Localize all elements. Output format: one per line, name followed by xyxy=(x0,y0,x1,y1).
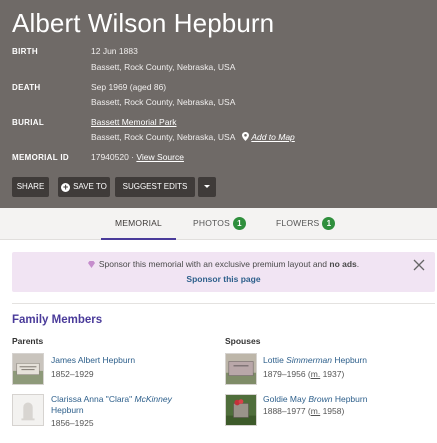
diamond-icon xyxy=(87,261,95,268)
spouse-maiden-lottie: Simmerman xyxy=(286,355,332,365)
spouses-heading: Spouses xyxy=(225,336,261,346)
spouse-last-lottie: Hepburn xyxy=(334,355,367,365)
parent-dates-clarissa: 1856–1925 xyxy=(51,418,94,428)
memorial-id-label: MEMORIAL ID xyxy=(12,153,69,162)
parent-name-clarissa-line1[interactable]: Clarissa Anna "Clara" McKinney xyxy=(51,394,172,404)
married-abbr: m. xyxy=(310,369,321,379)
burial-cemetery-link[interactable]: Bassett Memorial Park xyxy=(91,117,177,127)
view-source-link[interactable]: View Source xyxy=(136,152,184,162)
burial-place-line: Bassett, Rock County, Nebraska, USA Add … xyxy=(91,132,295,142)
spouse-first-goldie: Goldie May xyxy=(263,394,306,404)
plus-icon: + xyxy=(61,182,71,192)
death-label: DEATH xyxy=(12,83,41,92)
spouse-photo-goldie[interactable] xyxy=(225,394,257,426)
sponsor-link[interactable]: Sponsor this page xyxy=(12,274,435,284)
burial-cemetery-line: Bassett Memorial Park xyxy=(91,117,177,127)
parent-name-clarissa-surname[interactable]: Hepburn xyxy=(51,405,84,415)
sponsor-text: Sponsor this memorial with an exclusive … xyxy=(98,259,328,269)
memorial-name: Albert Wilson Hepburn xyxy=(12,8,275,38)
spouse-name-goldie[interactable]: Goldie May Brown Hepburn xyxy=(263,394,367,404)
parent-dates-james: 1852–1929 xyxy=(51,369,94,379)
map-pin-icon xyxy=(242,132,250,141)
add-to-map-link[interactable]: Add to Map xyxy=(251,132,294,142)
birth-place: Bassett, Rock County, Nebraska, USA xyxy=(91,62,236,72)
suggest-edits-button[interactable]: SUGGEST EDITS xyxy=(115,177,195,197)
save-to-label: SAVE TO xyxy=(73,182,107,191)
burial-label: BURIAL xyxy=(12,118,45,127)
tab-flowers[interactable]: FLOWERS 1 xyxy=(276,208,336,240)
death-place: Bassett, Rock County, Nebraska, USA xyxy=(91,97,236,107)
birth-date: 12 Jun 1883 xyxy=(91,46,138,56)
more-actions-button[interactable] xyxy=(198,177,216,197)
flowers-count-badge: 1 xyxy=(322,217,336,230)
memorial-id-line: 17940520 · View Source xyxy=(91,152,184,162)
spouse-photo-lottie[interactable] xyxy=(225,353,257,385)
family-members-title: Family Members xyxy=(12,314,103,326)
parents-heading: Parents xyxy=(12,336,44,346)
save-to-button[interactable]: + SAVE TO xyxy=(58,177,110,197)
tab-photos-label: PHOTOS xyxy=(193,218,230,228)
spouse-married-year-goldie: 1958) xyxy=(320,406,345,416)
sponsor-text-end: . xyxy=(356,259,360,269)
tab-photos[interactable]: PHOTOS 1 xyxy=(193,208,246,240)
birth-label: BIRTH xyxy=(12,47,38,56)
photos-count-badge: 1 xyxy=(232,217,246,230)
spouse-dates-goldie: 1888–1977 (m. 1958) xyxy=(263,406,344,416)
memorial-id: 17940520 · xyxy=(91,152,135,162)
sponsor-text-bold: no ads xyxy=(329,259,357,269)
sponsor-message: Sponsor this memorial with an exclusive … xyxy=(12,259,435,269)
memorial-tabs: MEMORIAL PHOTOS 1 FLOWERS 1 xyxy=(0,208,437,240)
spouse-name-lottie[interactable]: Lottie Simmerman Hepburn xyxy=(263,355,367,365)
spouse-married-year-lottie: 1937) xyxy=(320,369,345,379)
share-button[interactable]: SHARE xyxy=(12,177,49,197)
parent-photo-james[interactable] xyxy=(12,353,44,385)
spouse-last-goldie: Hepburn xyxy=(334,394,368,404)
death-date: Sep 1969 (aged 86) xyxy=(91,82,167,92)
spouse-maiden-goldie: Brown xyxy=(308,394,333,404)
parent-name-clarissa-given: Clarissa Anna "Clara" xyxy=(51,394,133,404)
parent-name-clarissa-maiden: McKinney xyxy=(134,394,172,404)
tab-memorial-label: MEMORIAL xyxy=(115,218,162,228)
parent-name-james[interactable]: James Albert Hepburn xyxy=(51,355,135,365)
close-icon[interactable] xyxy=(413,259,425,271)
spouse-years-goldie: 1888–1977 ( xyxy=(263,406,311,416)
tab-flowers-label: FLOWERS xyxy=(276,218,320,228)
tab-memorial[interactable]: MEMORIAL xyxy=(101,208,176,240)
headstone-placeholder-icon[interactable] xyxy=(12,394,44,426)
divider xyxy=(12,303,435,304)
sponsor-banner: Sponsor this memorial with an exclusive … xyxy=(12,252,435,292)
spouse-dates-lottie: 1879–1956 (m. 1937) xyxy=(263,369,344,379)
spouse-first-lottie: Lottie xyxy=(263,355,284,365)
memorial-header: Albert Wilson Hepburn BIRTH 12 Jun 1883 … xyxy=(0,0,437,208)
chevron-down-icon xyxy=(204,185,210,188)
burial-place: Bassett, Rock County, Nebraska, USA xyxy=(91,132,235,142)
married-abbr: m. xyxy=(310,406,321,416)
spouse-years-lottie: 1879–1956 ( xyxy=(263,369,311,379)
